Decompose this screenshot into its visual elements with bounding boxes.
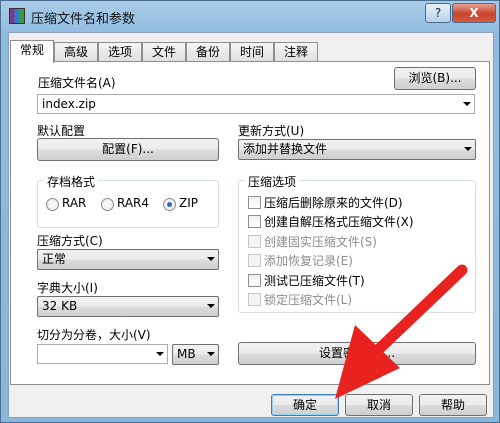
chevron-down-icon [207, 257, 215, 261]
archive-options-title: 压缩选项 [245, 173, 300, 190]
ok-button[interactable]: 确定 [271, 394, 339, 416]
checkbox-recovery [248, 254, 261, 267]
tab-time[interactable]: 时间 [230, 42, 274, 62]
checkbox-test[interactable] [248, 274, 261, 287]
checkbox-sfx-label[interactable]: 创建自解压格式压缩文件(X) [264, 213, 414, 230]
chevron-down-icon[interactable] [463, 102, 471, 106]
checkbox-recovery-label: 添加恢复记录(E) [264, 254, 353, 268]
set-password-button[interactable]: 设置密码(P)... [238, 342, 476, 365]
checkbox-delete-after[interactable] [248, 196, 261, 209]
window-title: 压缩文件名和参数 [31, 12, 136, 27]
close-button[interactable]: X [452, 3, 496, 23]
checkbox-solid-label: 创建固实压缩文件(S) [264, 235, 377, 249]
chevron-down-icon [207, 352, 215, 356]
archive-name-value: index.zip [42, 97, 96, 111]
split-volume-unit-select[interactable]: MB [172, 344, 219, 365]
radio-zip[interactable] [163, 198, 176, 211]
radio-rar4-label[interactable]: RAR4 [117, 196, 149, 210]
profiles-label: 默认配置 [37, 124, 86, 138]
tab-options[interactable]: 选项 [98, 42, 142, 62]
radio-rar4[interactable] [101, 198, 114, 211]
tab-files[interactable]: 文件 [142, 42, 186, 62]
general-tab-panel: 压缩文件名(A) 浏览(B)... index.zip 默认配置 配置(F)..… [10, 61, 490, 385]
archive-options-group: 压缩选项 压缩后删除原来的文件(D) 创建自解压格式压缩文件(X) 创建固实压缩… [238, 173, 476, 313]
checkbox-test-label[interactable]: 测试已压缩文件(T) [264, 272, 365, 289]
compression-method-label: 压缩方式(C) [37, 234, 103, 248]
archive-name-combobox[interactable]: index.zip [37, 94, 475, 114]
archive-format-group: 存档格式 RAR RAR4 ZIP [37, 173, 219, 228]
browse-button[interactable]: 浏览(B)... [394, 67, 476, 90]
profiles-button[interactable]: 配置(F)... [37, 138, 219, 161]
radio-rar[interactable] [46, 198, 59, 211]
chevron-down-icon [207, 304, 215, 308]
update-mode-value: 添加并替换文件 [243, 142, 328, 156]
archive-name-label: 压缩文件名(A) [38, 76, 116, 90]
radio-zip-label[interactable]: ZIP [179, 196, 198, 210]
tab-comment[interactable]: 注释 [274, 42, 318, 62]
chevron-down-icon[interactable] [156, 352, 164, 356]
help-button[interactable]: 帮助 [419, 394, 487, 416]
checkbox-lock [248, 293, 261, 306]
split-volumes-label: 切分为分卷，大小(V) [37, 328, 151, 342]
cancel-button[interactable]: 取消 [345, 394, 413, 416]
tab-backup[interactable]: 备份 [186, 42, 230, 62]
title-bar[interactable]: 压缩文件名和参数 ? X [1, 1, 500, 31]
checkbox-sfx[interactable] [248, 215, 261, 228]
split-volume-size-input[interactable] [37, 344, 168, 364]
chevron-down-icon [464, 147, 472, 151]
dictionary-size-value: 32 KB [42, 299, 78, 313]
update-mode-select[interactable]: 添加并替换文件 [238, 139, 476, 160]
radio-rar-label[interactable]: RAR [62, 196, 86, 210]
tab-advanced[interactable]: 高级 [54, 42, 98, 62]
checkbox-lock-label: 锁定压缩文件(L) [264, 293, 353, 307]
help-caption-button[interactable]: ? [425, 3, 451, 23]
checkbox-solid [248, 235, 261, 248]
tab-general[interactable]: 常规 [10, 40, 54, 63]
update-mode-label: 更新方式(U) [238, 124, 305, 138]
archive-format-title: 存档格式 [44, 173, 99, 190]
winrar-app-icon [9, 8, 25, 24]
checkbox-delete-after-label[interactable]: 压缩后删除原来的文件(D) [264, 194, 403, 211]
dictionary-size-label: 字典大小(I) [37, 281, 98, 295]
split-volume-unit-value: MB [177, 347, 196, 361]
dictionary-size-select[interactable]: 32 KB [37, 296, 219, 317]
compression-method-value: 正常 [42, 252, 67, 266]
compression-method-select[interactable]: 正常 [37, 249, 219, 270]
